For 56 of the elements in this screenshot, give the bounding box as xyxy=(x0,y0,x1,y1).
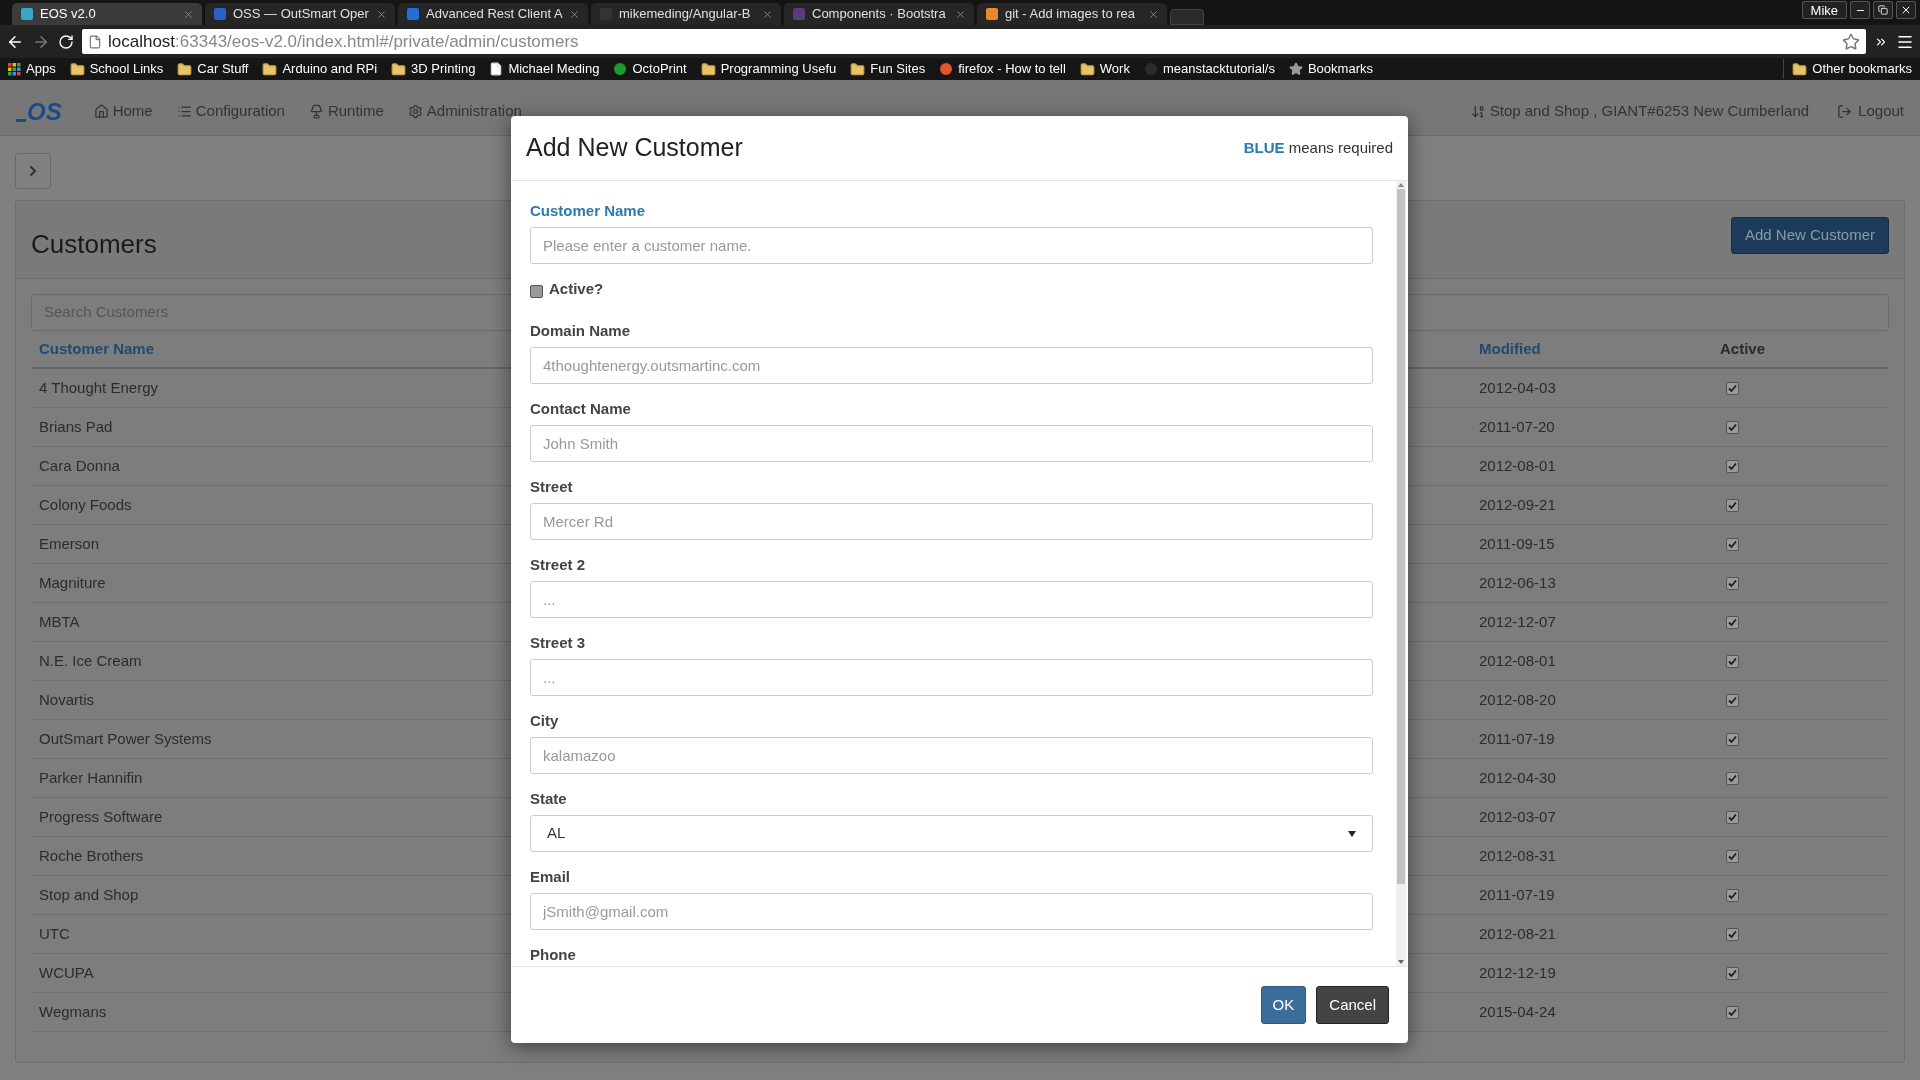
table-cell-text: Progress Software xyxy=(39,806,163,827)
table-cell-text: 2012-04-30 xyxy=(1479,767,1556,788)
table-cell-text: 2011-07-19 xyxy=(1479,728,1555,749)
table-cell-text: 2012-12-19 xyxy=(1479,962,1556,983)
tab-title: git - Add images to rea xyxy=(1005,5,1137,24)
dialog-title: Add New Customer xyxy=(526,132,743,164)
table-cell-text: 2012-08-21 xyxy=(1479,923,1556,944)
table-cell-text: 2012-12-07 xyxy=(1479,611,1556,632)
field-label: City xyxy=(530,711,559,731)
required-hint: BLUE means required xyxy=(1243,137,1393,158)
field-label: Phone xyxy=(530,945,576,965)
field-label: Email xyxy=(530,867,571,887)
table-cell-text: UTC xyxy=(39,923,70,944)
url-text: localhost:63343/eos-v2.0/index.html#/private/admin/customers xyxy=(108,30,580,53)
field-label: Contact Name xyxy=(530,399,631,419)
table-cell-text: 2012-08-31 xyxy=(1479,845,1556,866)
field-label: State xyxy=(530,789,567,809)
table-cell-text: 2011-07-19 xyxy=(1479,884,1555,905)
table-cell-text: Stop and Shop xyxy=(39,884,139,905)
field-label: Street 2 xyxy=(530,555,586,575)
table-cell-text: 2012-08-20 xyxy=(1479,689,1556,710)
panel-title: Customers xyxy=(31,228,157,261)
table-cell-text: 2011-09-15 xyxy=(1479,533,1555,554)
table-cell-text: 2012-04-03 xyxy=(1479,377,1556,398)
table-cell-text: 2012-09-21 xyxy=(1479,494,1556,515)
field-label: Domain Name xyxy=(530,321,631,341)
table-cell-text: Cara Donna xyxy=(39,455,120,476)
table-cell-text: Roche Brothers xyxy=(39,845,144,866)
table-cell-text: Emerson xyxy=(39,533,100,554)
field-label: Street xyxy=(530,477,573,497)
table-cell-text: Novartis xyxy=(39,689,94,710)
table-cell-text: Wegmans xyxy=(39,1001,107,1022)
tab-title: mikemeding/Angular-B xyxy=(619,5,752,24)
table-cell-text: Magniture xyxy=(39,572,106,593)
tab-title: OSS — OutSmart Oper xyxy=(233,5,370,24)
tab-title: Advanced Rest Client A xyxy=(426,5,563,24)
table-cell-text: MBTA xyxy=(39,611,80,632)
table-cell-text: N.E. Ice Cream xyxy=(39,650,142,671)
table-cell-text: 2012-03-07 xyxy=(1479,806,1556,827)
field-label: Active? xyxy=(549,279,604,299)
table-cell-text: 2012-08-01 xyxy=(1479,455,1556,476)
field-label: Customer Name xyxy=(530,201,646,221)
column-header: Active xyxy=(1720,338,1766,359)
tab-title: EOS v2.0 xyxy=(40,5,97,24)
table-cell-text: 2015-04-24 xyxy=(1479,1001,1556,1022)
table-cell-text: OutSmart Power Systems xyxy=(39,728,212,749)
table-cell-text: WCUPA xyxy=(39,962,94,983)
table-cell-text: 2011-07-20 xyxy=(1479,416,1555,437)
table-cell-text: 4 Thought Energy xyxy=(39,377,158,398)
table-cell-text: 2012-08-01 xyxy=(1479,650,1556,671)
table-cell-text: 2012-06-13 xyxy=(1479,572,1556,593)
table-cell-text: Colony Foods xyxy=(39,494,132,515)
table-cell-text: Parker Hannifin xyxy=(39,767,143,788)
table-cell-text: Brians Pad xyxy=(39,416,113,437)
field-label: Street 3 xyxy=(530,633,586,653)
tab-title: Components · Bootstra xyxy=(812,5,947,24)
